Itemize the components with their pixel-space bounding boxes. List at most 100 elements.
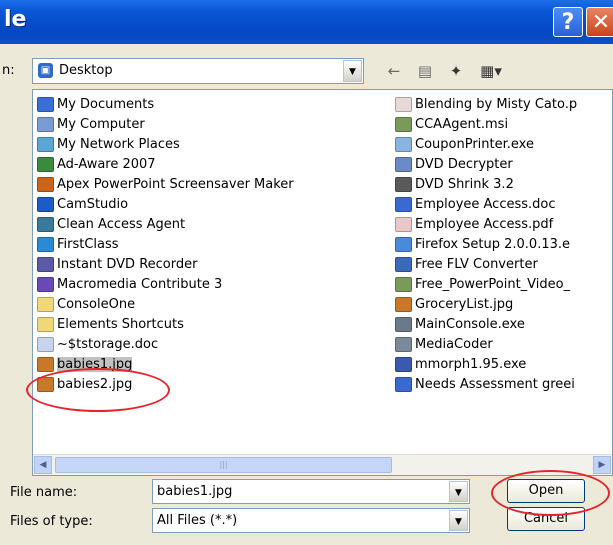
file-item[interactable]: Blending by Misty Cato.p bbox=[395, 94, 577, 114]
apex-icon bbox=[37, 176, 54, 192]
cancel-button[interactable]: Cancel bbox=[507, 507, 585, 531]
exe-icon bbox=[395, 356, 412, 372]
file-item[interactable]: Employee Access.doc bbox=[395, 194, 577, 214]
window-title: le bbox=[4, 7, 27, 32]
file-item[interactable]: Firefox Setup 2.0.0.13.e bbox=[395, 234, 577, 254]
file-item-label: CouponPrinter.exe bbox=[415, 136, 534, 152]
open-button[interactable]: Open bbox=[507, 479, 585, 503]
file-item-label: Apex PowerPoint Screensaver Maker bbox=[57, 176, 294, 192]
file-item[interactable]: CamStudio bbox=[37, 194, 294, 214]
file-item[interactable]: CCAAgent.msi bbox=[395, 114, 577, 134]
desktop-icon: ▣ bbox=[38, 63, 53, 78]
file-type-dropdown[interactable]: All Files (*.*) ▼ bbox=[152, 508, 470, 533]
file-item-label: My Documents bbox=[57, 96, 155, 112]
file-name-value: babies1.jpg bbox=[157, 484, 233, 499]
chevron-down-icon[interactable]: ▼ bbox=[343, 60, 362, 82]
file-item-label: Needs Assessment greei bbox=[415, 376, 575, 392]
file-item-label: Instant DVD Recorder bbox=[57, 256, 198, 272]
file-item-label: MediaCoder bbox=[415, 336, 493, 352]
camstudio-icon bbox=[37, 196, 54, 212]
file-item-label: Free_PowerPoint_Video_ bbox=[415, 276, 571, 292]
file-item[interactable]: My Computer bbox=[37, 114, 294, 134]
file-item[interactable]: ~$tstorage.doc bbox=[37, 334, 294, 354]
file-item-label: DVD Shrink 3.2 bbox=[415, 176, 514, 192]
file-item-label: mmorph1.95.exe bbox=[415, 356, 527, 372]
file-item[interactable]: My Documents bbox=[37, 94, 294, 114]
firstclass-icon bbox=[37, 236, 54, 252]
file-name-field[interactable]: babies1.jpg ▼ bbox=[152, 479, 470, 504]
help-button[interactable]: ? bbox=[553, 7, 583, 37]
file-item[interactable]: Needs Assessment greei bbox=[395, 374, 577, 394]
msi-icon bbox=[395, 276, 412, 292]
pdf-icon bbox=[395, 96, 412, 112]
contribute-icon bbox=[37, 276, 54, 292]
file-item[interactable]: Apex PowerPoint Screensaver Maker bbox=[37, 174, 294, 194]
file-item[interactable]: MainConsole.exe bbox=[395, 314, 577, 334]
file-item-label: Blending by Misty Cato.p bbox=[415, 96, 578, 112]
jpg-image-icon bbox=[37, 376, 54, 392]
file-item[interactable]: Elements Shortcuts bbox=[37, 314, 294, 334]
file-item-label: FirstClass bbox=[57, 236, 119, 252]
look-in-dropdown[interactable]: ▣ Desktop ▼ bbox=[32, 58, 364, 84]
file-item[interactable]: babies2.jpg bbox=[37, 374, 294, 394]
my-computer-icon bbox=[37, 116, 54, 132]
horizontal-scrollbar[interactable]: ◀ ||| ▶ bbox=[33, 454, 612, 475]
chevron-down-icon[interactable]: ▼ bbox=[449, 510, 468, 531]
file-item-label: CCAAgent.msi bbox=[415, 116, 509, 132]
file-item[interactable]: Free FLV Converter bbox=[395, 254, 577, 274]
adaware-icon bbox=[37, 156, 54, 172]
file-item-label: Employee Access.pdf bbox=[415, 216, 554, 232]
file-item[interactable]: mmorph1.95.exe bbox=[395, 354, 577, 374]
close-button[interactable]: ✕ bbox=[586, 7, 613, 37]
up-folder-icon[interactable]: ▤ bbox=[414, 62, 436, 80]
toolbar: ← ▤ ✦ ▦▾ bbox=[383, 59, 506, 83]
file-item[interactable]: Employee Access.pdf bbox=[395, 214, 577, 234]
word-doc-icon bbox=[395, 196, 412, 212]
dvd-shrink-icon bbox=[395, 176, 412, 192]
file-item-label: Macromedia Contribute 3 bbox=[57, 276, 223, 292]
file-item[interactable]: FirstClass bbox=[37, 234, 294, 254]
clean-access-icon bbox=[37, 216, 54, 232]
file-item[interactable]: DVD Shrink 3.2 bbox=[395, 174, 577, 194]
file-item[interactable]: Instant DVD Recorder bbox=[37, 254, 294, 274]
file-item-label: Clean Access Agent bbox=[57, 216, 186, 232]
file-list[interactable]: My Documents My Computer My Network Places… bbox=[32, 89, 613, 476]
title-bar: le ? ✕ bbox=[0, 0, 613, 44]
flv-icon bbox=[395, 256, 412, 272]
file-item[interactable]: CouponPrinter.exe bbox=[395, 134, 577, 154]
my-documents-icon bbox=[37, 96, 54, 112]
file-item[interactable]: Clean Access Agent bbox=[37, 214, 294, 234]
file-item[interactable]: babies1.jpg bbox=[37, 354, 294, 374]
file-item-label: ConsoleOne bbox=[57, 296, 136, 312]
new-folder-icon[interactable]: ✦ bbox=[445, 62, 467, 80]
scroll-right-button[interactable]: ▶ bbox=[593, 456, 611, 474]
file-item[interactable]: MediaCoder bbox=[395, 334, 577, 354]
file-name-label: File name: bbox=[10, 485, 78, 500]
file-item[interactable]: Ad-Aware 2007 bbox=[37, 154, 294, 174]
msi-icon bbox=[395, 116, 412, 132]
back-icon[interactable]: ← bbox=[383, 62, 405, 80]
file-item-label: DVD Decrypter bbox=[415, 156, 513, 172]
jpg-image-icon bbox=[37, 356, 54, 372]
folder-icon bbox=[37, 316, 54, 332]
file-item-label: CamStudio bbox=[57, 196, 129, 212]
file-item[interactable]: Macromedia Contribute 3 bbox=[37, 274, 294, 294]
file-item[interactable]: ConsoleOne bbox=[37, 294, 294, 314]
file-item-label: ~$tstorage.doc bbox=[57, 336, 159, 352]
file-item[interactable]: Free_PowerPoint_Video_ bbox=[395, 274, 577, 294]
file-item[interactable]: DVD Decrypter bbox=[395, 154, 577, 174]
file-item[interactable]: GroceryList.jpg bbox=[395, 294, 577, 314]
file-item-label: GroceryList.jpg bbox=[415, 296, 514, 312]
scroll-left-button[interactable]: ◀ bbox=[34, 456, 52, 474]
network-icon bbox=[37, 136, 54, 152]
view-menu-icon[interactable]: ▦▾ bbox=[476, 62, 506, 80]
jpg-image-icon bbox=[395, 296, 412, 312]
file-type-label: Files of type: bbox=[10, 514, 93, 529]
word-doc-icon bbox=[395, 376, 412, 392]
chevron-down-icon[interactable]: ▼ bbox=[449, 481, 468, 502]
file-column-1: My Documents My Computer My Network Places… bbox=[37, 94, 294, 394]
folder-icon bbox=[37, 296, 54, 312]
scrollbar-thumb[interactable]: ||| bbox=[55, 457, 392, 473]
file-item-label: Employee Access.doc bbox=[415, 196, 556, 212]
file-item[interactable]: My Network Places bbox=[37, 134, 294, 154]
